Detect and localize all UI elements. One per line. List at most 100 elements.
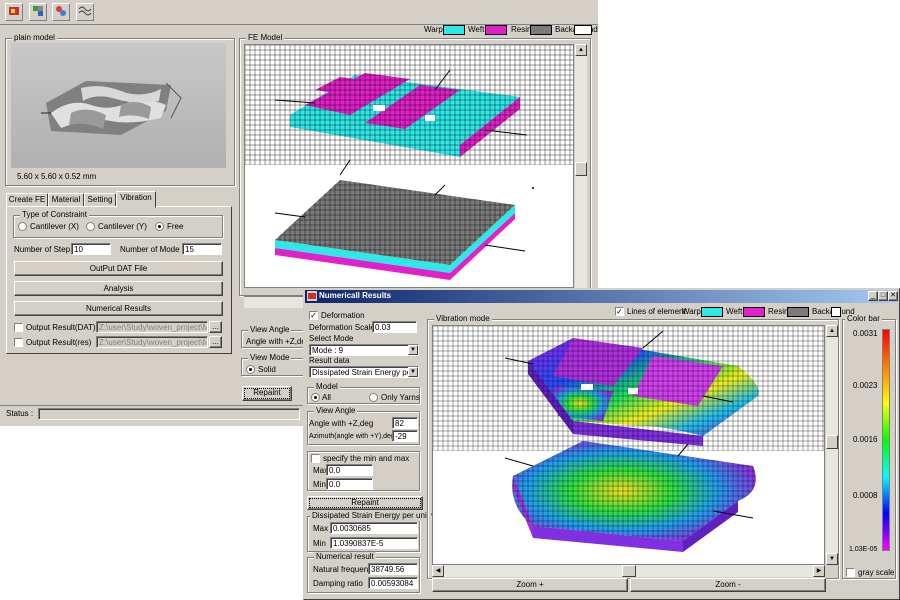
close-button[interactable]: ✕	[888, 291, 898, 301]
select-mode-chevron-down-icon[interactable]: ▼	[408, 345, 418, 355]
fe-model-canvas[interactable]	[244, 44, 574, 288]
minimize-button[interactable]: _	[868, 291, 878, 301]
min-label: Min	[313, 480, 326, 489]
number-of-mode-input[interactable]: 15	[182, 243, 222, 255]
radio-cantilever-x[interactable]	[18, 222, 27, 231]
view-angle-label: View Angle	[248, 325, 292, 335]
color-tick-1: 0.0023	[853, 381, 878, 390]
tab-create-fe[interactable]: Create FE	[6, 193, 48, 207]
gray-scale-checkbox[interactable]	[846, 568, 855, 577]
legend-resin-swatch[interactable]	[530, 25, 552, 35]
v-scroll-up-arrow[interactable]: ▲	[826, 325, 838, 337]
output-res-label: Output Result(res)	[26, 338, 92, 347]
r-legend-background-swatch[interactable]	[831, 307, 841, 317]
view-mode-label: View Mode	[248, 353, 292, 363]
wave-icon[interactable]	[76, 3, 94, 21]
gray-scale-label: gray scale	[858, 568, 895, 577]
tab-vibration[interactable]: Vibration	[116, 191, 156, 208]
app-icon	[307, 291, 317, 301]
deformation-scale-label: Deformation Scale	[309, 323, 375, 332]
radio-free[interactable]	[155, 222, 164, 231]
select-mode-dropdown[interactable]: Mode : 9	[309, 344, 419, 356]
tab-strip: Create FE Material Setting Vibration	[6, 191, 232, 208]
results-title-bar[interactable]: Numericall Results _ □ ✕	[305, 290, 898, 303]
r-legend-weft-swatch[interactable]	[743, 307, 765, 317]
r-legend-resin-label: Resin	[768, 307, 789, 316]
output-dat-path[interactable]: Z:\user\Study\woven_project\Me	[96, 321, 208, 333]
max-input[interactable]: 0.0	[326, 464, 373, 476]
toolbar	[0, 0, 598, 25]
h-scroll-left-arrow[interactable]: ◀	[432, 565, 444, 577]
cantilever-x-label: Cantilever (X)	[30, 222, 79, 231]
tab-setting[interactable]: Setting	[84, 193, 116, 207]
result-data-label: Result data	[309, 356, 350, 365]
legend-weft-label: Weft	[468, 25, 485, 34]
output-res-checkbox[interactable]	[14, 338, 23, 347]
vibration-mode-label: Vibration mode	[434, 314, 492, 324]
legend-warp-swatch[interactable]	[443, 25, 465, 35]
result-data-chevron-down-icon[interactable]: ▼	[408, 367, 418, 377]
analysis-button[interactable]: Analysis	[14, 281, 223, 296]
angle-with-z-label: Angle with +Z,deg	[246, 337, 311, 346]
number-of-step-input[interactable]: 10	[71, 243, 111, 255]
lines-of-element-checkbox[interactable]: ✓	[615, 307, 624, 316]
radio-model-only-yarns[interactable]	[369, 393, 378, 402]
result-data-dropdown[interactable]: Dissipated Strain Energy per un	[309, 366, 419, 378]
main-repaint-button[interactable]: Repaint	[242, 386, 292, 401]
output-res-browse[interactable]: ...	[209, 336, 222, 348]
vibration-horizontal-scrollbar[interactable]: ◀ ▶	[432, 565, 825, 577]
number-of-mode-label: Number of Mode :	[120, 245, 185, 254]
legend-background-swatch[interactable]	[574, 25, 592, 35]
fe-horizontal-scrollbar[interactable]	[244, 296, 304, 308]
model-all-label: All	[322, 393, 331, 402]
output-dat-browse[interactable]: ...	[209, 321, 222, 333]
legend-warp-label: Warp	[424, 25, 443, 34]
zoom-out-button[interactable]: Zoom -	[630, 578, 826, 592]
new-model-icon[interactable]	[5, 3, 23, 21]
radio-cantilever-y[interactable]	[86, 222, 95, 231]
radio-model-all[interactable]	[311, 393, 320, 402]
deformation-checkbox[interactable]: ✓	[309, 311, 318, 320]
azimuth-input[interactable]: -29	[392, 430, 418, 442]
dissipated-min-value: 1.0390837E-5	[330, 537, 418, 549]
dimensions-text: 5.60 x 5.60 x 0.52 mm	[17, 172, 97, 181]
legend-resin-label: Resin	[511, 25, 532, 34]
material-icon[interactable]	[52, 3, 70, 21]
angle-z-input[interactable]: 82	[392, 417, 418, 429]
plain-model-label: plain model	[12, 33, 57, 43]
radio-solid[interactable]	[246, 365, 255, 374]
dissipated-min-label: Min	[313, 539, 326, 548]
vibration-mode-3d	[433, 326, 824, 552]
mesh-icon[interactable]	[29, 3, 47, 21]
scroll-up-arrow[interactable]: ▲	[575, 44, 587, 56]
numerical-results-button[interactable]: Numerical Results	[14, 301, 223, 316]
color-bar-gradient	[882, 329, 890, 551]
v-scroll-down-arrow[interactable]: ▼	[826, 553, 838, 565]
r-legend-warp-swatch[interactable]	[701, 307, 723, 317]
plain-model-preview[interactable]	[11, 43, 226, 168]
output-res-path[interactable]: Z:\user\Study\woven_project\Me	[96, 336, 208, 348]
lines-of-element-label: Lines of element	[627, 307, 686, 316]
scroll-thumb[interactable]	[575, 162, 587, 176]
tab-material[interactable]: Material	[48, 193, 84, 207]
fe-model-label: FE Model	[246, 33, 285, 43]
output-dat-checkbox[interactable]	[14, 323, 23, 332]
vibration-mode-canvas[interactable]	[432, 325, 825, 565]
specify-min-max-checkbox[interactable]	[311, 454, 320, 463]
results-repaint-button[interactable]: Repaint	[307, 496, 423, 510]
fe-vertical-scrollbar[interactable]: ▲	[575, 44, 587, 288]
dissipated-max-label: Max	[313, 524, 329, 533]
legend-weft-swatch[interactable]	[485, 25, 507, 35]
vibration-vertical-scrollbar[interactable]: ▲ ▼	[826, 325, 838, 565]
model-only-yarns-label: Only Yarns	[381, 393, 420, 402]
color-tick-4: 1.03E-05	[849, 546, 878, 553]
maximize-button[interactable]: □	[878, 291, 888, 301]
r-legend-resin-swatch[interactable]	[787, 307, 809, 317]
v-scroll-thumb[interactable]	[826, 435, 838, 449]
deformation-scale-input[interactable]: 0.03	[372, 321, 417, 333]
h-scroll-right-arrow[interactable]: ▶	[813, 565, 825, 577]
zoom-in-button[interactable]: Zoom +	[432, 578, 628, 592]
h-scroll-thumb[interactable]	[622, 565, 636, 577]
min-input[interactable]: 0.0	[326, 478, 373, 490]
output-dat-button[interactable]: OutPut DAT File	[14, 261, 223, 276]
